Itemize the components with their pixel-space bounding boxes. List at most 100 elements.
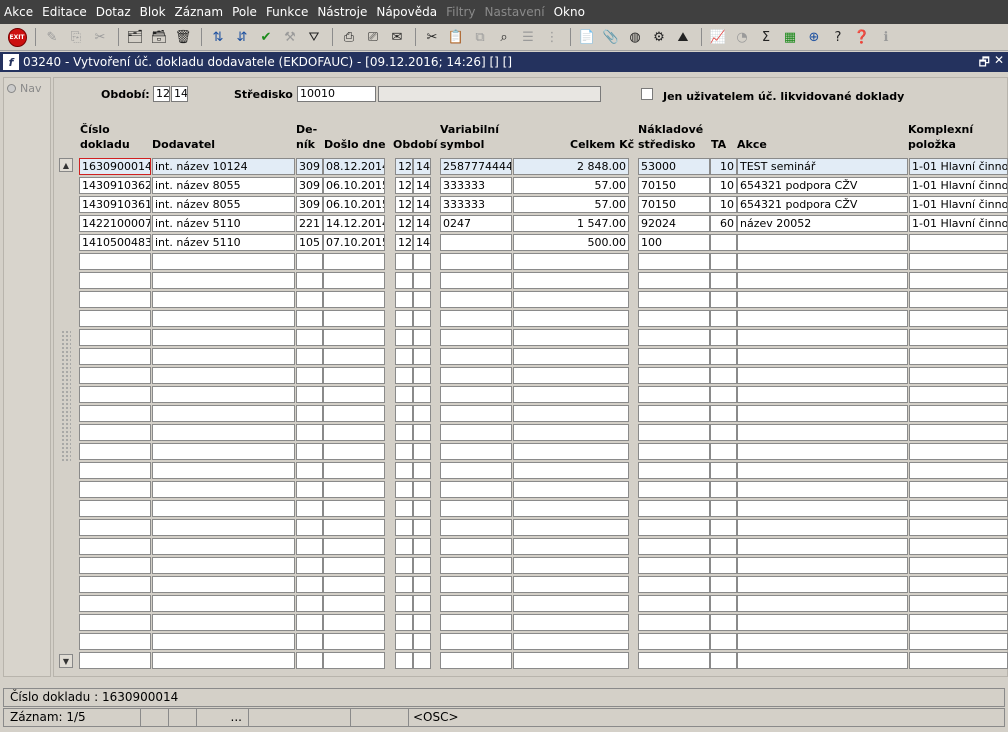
cell-cislo[interactable] (79, 595, 151, 612)
cell-denik[interactable] (296, 481, 323, 498)
cell-celkem[interactable]: 2 848.00 (513, 158, 629, 175)
clock-button[interactable]: ◔ (731, 26, 753, 48)
cell-ta[interactable] (710, 234, 737, 251)
cell-celkem[interactable] (513, 576, 629, 593)
sort-descending-button[interactable]: ⇵ (231, 26, 253, 48)
cell-kompl[interactable]: 1-01 Hlavní činnost (909, 158, 1008, 175)
cell-kompl[interactable] (909, 652, 1008, 669)
cell-dodavatel[interactable] (152, 595, 295, 612)
cell-vs[interactable] (440, 367, 512, 384)
menu-item[interactable]: Záznam (175, 5, 224, 19)
cell-dodavatel[interactable] (152, 424, 295, 441)
cell-m[interactable] (395, 614, 413, 631)
cell-dodavatel[interactable] (152, 633, 295, 650)
cell-akce[interactable] (737, 652, 908, 669)
cell-celkem[interactable] (513, 481, 629, 498)
cell-cislo[interactable] (79, 443, 151, 460)
cell-m[interactable] (395, 595, 413, 612)
cell-celkem[interactable] (513, 557, 629, 574)
globe-button[interactable]: ◍ (624, 26, 646, 48)
cell-cislo[interactable] (79, 481, 151, 498)
cell-vs[interactable] (440, 272, 512, 289)
cell-ta[interactable] (710, 291, 737, 308)
cell-vs[interactable] (440, 538, 512, 555)
cell-y[interactable] (413, 253, 431, 270)
cell-denik[interactable] (296, 500, 323, 517)
cell-dodavatel[interactable] (152, 652, 295, 669)
cell-kompl[interactable] (909, 272, 1008, 289)
cell-y[interactable] (413, 652, 431, 669)
cell-celkem[interactable]: 57.00 (513, 177, 629, 194)
cell-doslo[interactable] (323, 443, 385, 460)
cell-doslo[interactable] (323, 424, 385, 441)
attachment-button[interactable]: 📎 (600, 26, 622, 48)
cell-y[interactable] (413, 310, 431, 327)
paste-button[interactable]: 📋 (445, 26, 467, 48)
cell-celkem[interactable] (513, 424, 629, 441)
cell-doslo[interactable]: 08.12.2014 (323, 158, 385, 175)
cell-y[interactable]: 14 (413, 215, 431, 232)
cell-kompl[interactable]: 1-01 Hlavní činnost (909, 177, 1008, 194)
cell-m[interactable] (395, 367, 413, 384)
cell-dodavatel[interactable] (152, 348, 295, 365)
cell-y[interactable] (413, 557, 431, 574)
cell-vs[interactable]: 333333 (440, 196, 512, 213)
cell-denik[interactable] (296, 633, 323, 650)
cell-vs[interactable] (440, 348, 512, 365)
cell-vs[interactable]: 333333 (440, 177, 512, 194)
cell-kompl[interactable] (909, 576, 1008, 593)
edit-button[interactable]: ⧉ (469, 26, 491, 48)
cell-nakl[interactable] (638, 500, 710, 517)
cell-m[interactable]: 12 (395, 177, 413, 194)
sort-ascending-button[interactable]: ⇅ (207, 26, 229, 48)
cell-doslo[interactable] (323, 557, 385, 574)
cell-doslo[interactable] (323, 253, 385, 270)
cell-denik[interactable] (296, 519, 323, 536)
cell-dodavatel[interactable] (152, 253, 295, 270)
cell-dodavatel[interactable] (152, 272, 295, 289)
cell-ta[interactable] (710, 348, 737, 365)
document-button[interactable]: 📄 (576, 26, 598, 48)
cell-akce[interactable]: 654321 podpora CŽV (737, 196, 908, 213)
cell-akce[interactable] (737, 519, 908, 536)
cell-akce[interactable]: název 20052 (737, 215, 908, 232)
cell-m[interactable]: 12 (395, 196, 413, 213)
cell-y[interactable] (413, 329, 431, 346)
cell-denik[interactable]: 309 (296, 177, 323, 194)
cell-akce[interactable] (737, 500, 908, 517)
cell-nakl[interactable]: 70150 (638, 196, 710, 213)
cell-akce[interactable] (737, 633, 908, 650)
menu-item[interactable]: Nápověda (376, 5, 437, 19)
cell-nakl[interactable] (638, 405, 710, 422)
cell-dodavatel[interactable] (152, 310, 295, 327)
cell-celkem[interactable] (513, 348, 629, 365)
cell-cislo[interactable] (79, 500, 151, 517)
cell-m[interactable] (395, 481, 413, 498)
cell-cislo[interactable] (79, 462, 151, 479)
cell-kompl[interactable] (909, 481, 1008, 498)
cell-ta[interactable] (710, 519, 737, 536)
cell-kompl[interactable] (909, 253, 1008, 270)
cell-ta[interactable] (710, 500, 737, 517)
print-button[interactable]: ⎙ (338, 26, 360, 48)
cell-dodavatel[interactable] (152, 405, 295, 422)
cell-nakl[interactable] (638, 424, 710, 441)
cell-doslo[interactable] (323, 633, 385, 650)
cell-denik[interactable]: 105 (296, 234, 323, 251)
cell-m[interactable] (395, 310, 413, 327)
cell-cislo[interactable] (79, 557, 151, 574)
cell-nakl[interactable] (638, 253, 710, 270)
cell-denik[interactable] (296, 443, 323, 460)
menu-item[interactable]: Pole (232, 5, 257, 19)
cell-celkem[interactable] (513, 462, 629, 479)
cell-nakl[interactable] (638, 652, 710, 669)
cell-cislo[interactable]: 1630900014 (79, 158, 151, 175)
exit-button[interactable]: EXIT (6, 26, 28, 48)
cell-y[interactable] (413, 443, 431, 460)
cell-vs[interactable] (440, 310, 512, 327)
cell-vs[interactable] (440, 595, 512, 612)
cell-celkem[interactable] (513, 614, 629, 631)
cell-ta[interactable] (710, 576, 737, 593)
cell-m[interactable] (395, 633, 413, 650)
settings-button[interactable]: ⚙ (648, 26, 670, 48)
